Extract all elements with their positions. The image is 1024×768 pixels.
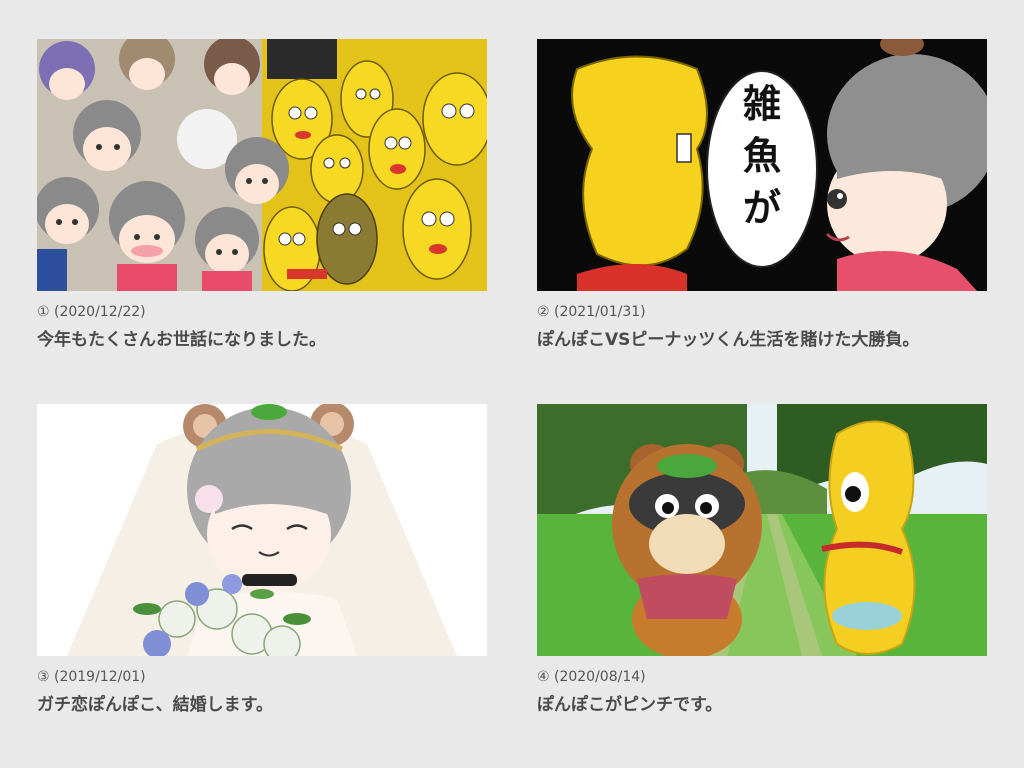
video-title[interactable]: 今年もたくさんお世話になりました。 — [37, 325, 457, 355]
face-off-thumbnail[interactable]: 雑 魚 が — [537, 39, 987, 291]
video-card-2[interactable]: 雑 魚 が ② (2021/01/31) ぽんぽこVSピーナッツくん生活を賭けた… — [537, 39, 987, 355]
rice-field-costumes-thumbnail[interactable] — [537, 404, 987, 656]
video-date: ① (2020/12/22) — [37, 304, 146, 320]
speech-bubble-char-2: 魚 — [743, 134, 781, 178]
video-date: ② (2021/01/31) — [537, 304, 646, 320]
video-title[interactable]: ぽんぽこVSピーナッツくん生活を賭けた大勝負。 — [537, 325, 957, 355]
video-date: ④ (2020/08/14) — [537, 669, 646, 685]
video-title[interactable]: ぽんぽこがピンチです。 — [537, 690, 957, 720]
wedding-bride-thumbnail[interactable] — [37, 404, 487, 656]
video-grid: ① (2020/12/22) 今年もたくさんお世話になりました。 雑 魚 が ②… — [0, 0, 1024, 768]
crowd-of-characters-thumbnail[interactable] — [37, 39, 487, 291]
video-card-1[interactable]: ① (2020/12/22) 今年もたくさんお世話になりました。 — [37, 39, 487, 355]
video-card-3[interactable]: ③ (2019/12/01) ガチ恋ぽんぽこ、結婚します。 — [37, 404, 487, 720]
speech-bubble-char-3: が — [743, 186, 781, 230]
speech-bubble-char-1: 雑 — [742, 82, 781, 126]
video-title[interactable]: ガチ恋ぽんぽこ、結婚します。 — [37, 690, 457, 720]
video-card-4[interactable]: ④ (2020/08/14) ぽんぽこがピンチです。 — [537, 404, 987, 720]
video-date: ③ (2019/12/01) — [37, 669, 146, 685]
